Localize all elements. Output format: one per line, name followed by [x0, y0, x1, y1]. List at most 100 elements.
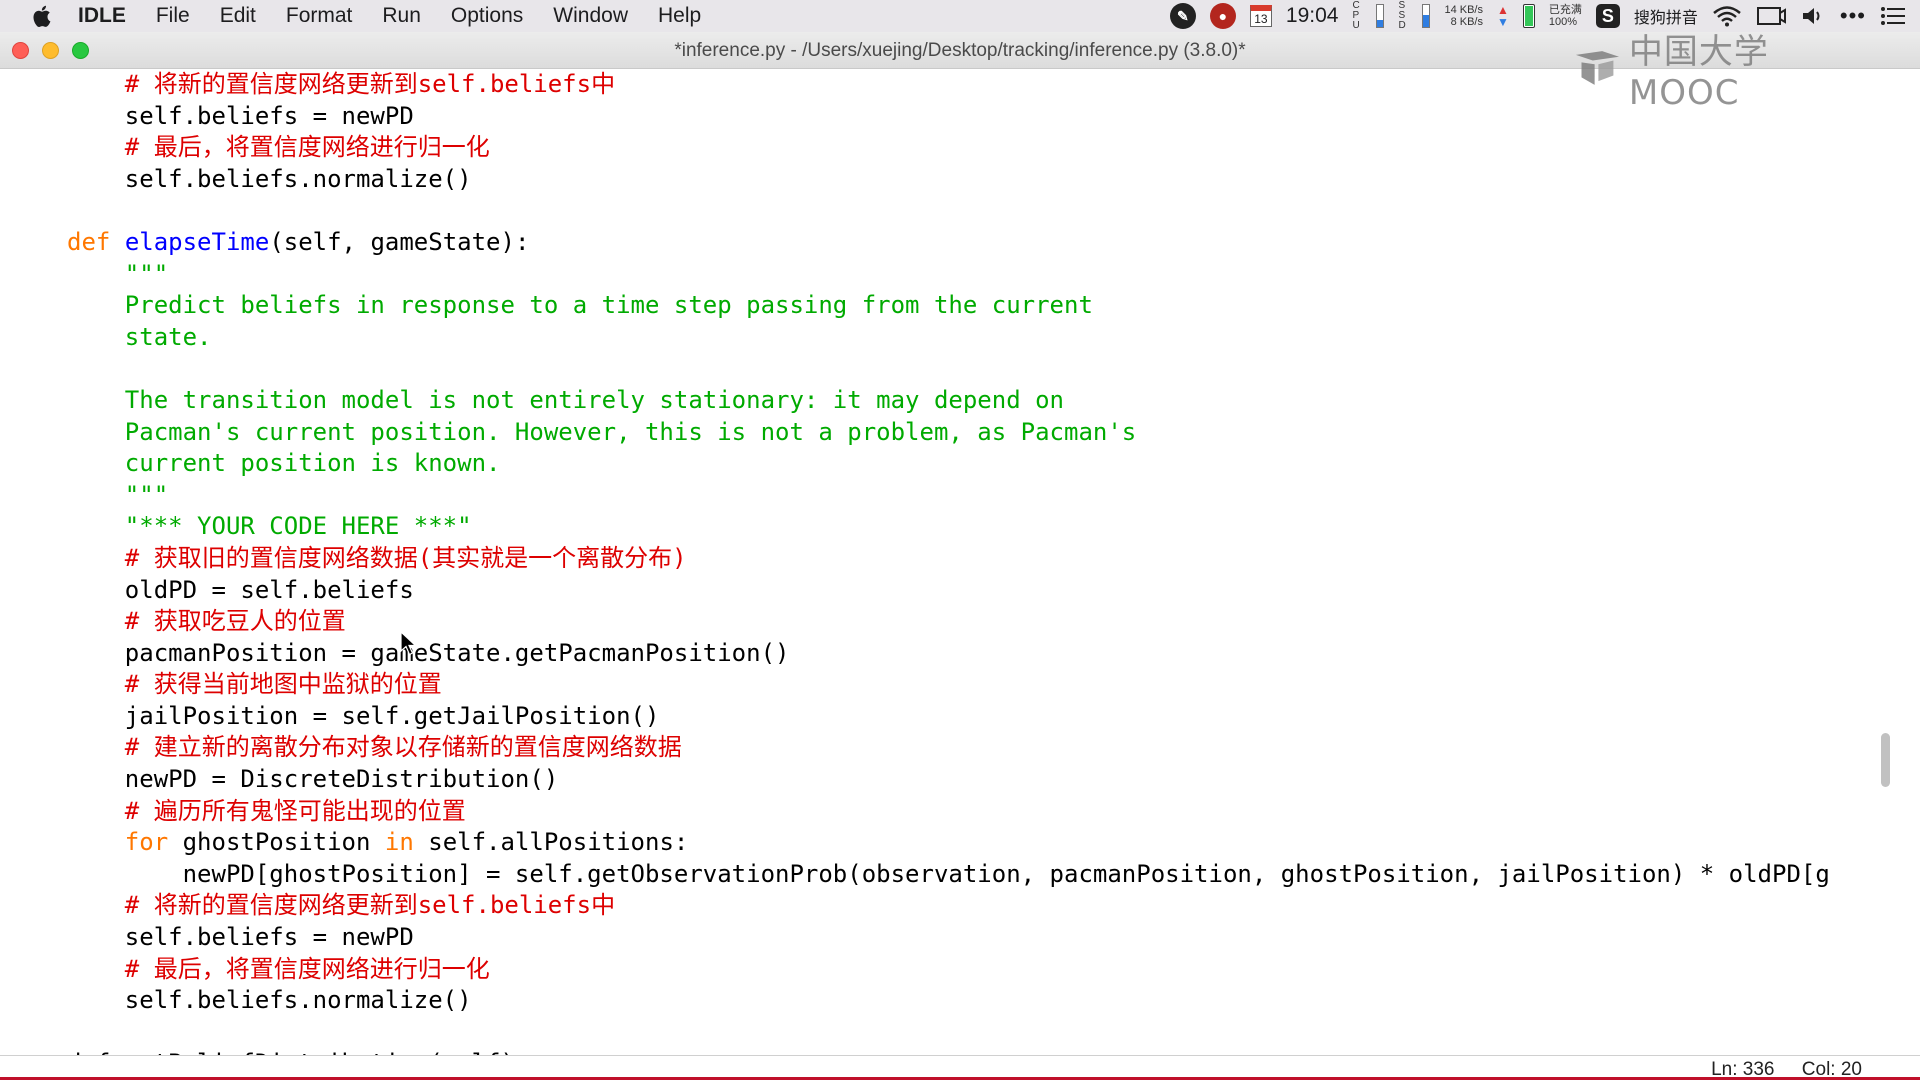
- net-up: 14 KB/s: [1444, 4, 1483, 16]
- clock[interactable]: 19:04: [1286, 4, 1339, 28]
- code-line[interactable]: self.beliefs.normalize(): [67, 985, 1830, 1017]
- code-line[interactable]: [67, 195, 1830, 227]
- code-line[interactable]: Pacman's current position. However, this…: [67, 417, 1830, 449]
- menu-help[interactable]: Help: [658, 4, 701, 28]
- code-line[interactable]: state.: [67, 322, 1830, 354]
- cpu-indicator-icon[interactable]: [1376, 4, 1385, 28]
- code-line[interactable]: "*** YOUR CODE HERE ***": [67, 511, 1830, 543]
- ssd-indicator-icon[interactable]: [1422, 4, 1431, 28]
- menu-run[interactable]: Run: [382, 4, 421, 28]
- code-line[interactable]: oldPD = self.beliefs: [67, 575, 1830, 607]
- battery-icon[interactable]: [1522, 4, 1535, 28]
- code-line[interactable]: # 获取吃豆人的位置: [67, 606, 1830, 638]
- code-line[interactable]: pacmanPosition = gameState.getPacmanPosi…: [67, 638, 1830, 670]
- code-token: in: [384, 828, 414, 857]
- code-token: newPD[ghostPosition] = self.getObservati…: [67, 859, 1830, 888]
- code-token: self.beliefs = newPD: [67, 923, 414, 952]
- menu-format[interactable]: Format: [286, 4, 353, 28]
- code-line[interactable]: def getBeliefDistribution(self):: [67, 1048, 1830, 1055]
- network-speed[interactable]: 14 KB/s 8 KB/s: [1444, 4, 1483, 28]
- cpu-label: C P U: [1352, 0, 1360, 31]
- code-line[interactable]: # 将新的置信度网络更新到self.beliefs中: [67, 890, 1830, 922]
- code-line[interactable]: # 建立新的离散分布对象以存储新的置信度网络数据: [67, 732, 1830, 764]
- mouse-pointer-icon: [400, 631, 418, 656]
- code-line[interactable]: # 获得当前地图中监狱的位置: [67, 669, 1830, 701]
- code-line[interactable]: # 最后，将置信度网络进行归一化: [67, 132, 1830, 164]
- code-line[interactable]: Predict beliefs in response to a time st…: [67, 290, 1830, 322]
- code-line[interactable]: # 最后，将置信度网络进行归一化: [67, 954, 1830, 986]
- code-line[interactable]: self.beliefs = newPD: [67, 922, 1830, 954]
- code-line[interactable]: newPD = DiscreteDistribution(): [67, 764, 1830, 796]
- code-token: self.allPositions:: [413, 828, 689, 857]
- code-line[interactable]: self.beliefs = newPD: [67, 101, 1830, 133]
- code-line[interactable]: [67, 353, 1830, 385]
- code-token: # 遍历所有鬼怪可能出现的位置: [124, 796, 466, 825]
- code-token: "*** YOUR CODE HERE ***": [124, 512, 472, 541]
- menu-window[interactable]: Window: [553, 4, 628, 28]
- code-token: # 获取旧的置信度网络数据(其实就是一个离散分布): [124, 543, 687, 572]
- code-token: """: [124, 259, 169, 288]
- code-token: pacmanPosition = gameState.getPacmanPosi…: [67, 638, 790, 667]
- code-token: current position is known.: [124, 449, 501, 478]
- record-status-icon[interactable]: ●: [1209, 3, 1236, 29]
- battery-status: 已充满 100%: [1549, 4, 1582, 28]
- menu-options[interactable]: Options: [451, 4, 523, 28]
- code-token: ghostPosition: [168, 828, 385, 857]
- battery-percent: 100%: [1548, 16, 1578, 28]
- code-editor[interactable]: # 将新的置信度网络更新到self.beliefs中 self.beliefs …: [0, 69, 1900, 1055]
- calendar-icon[interactable]: 13: [1249, 5, 1272, 27]
- code-line[interactable]: # 获取旧的置信度网络数据(其实就是一个离散分布): [67, 543, 1830, 575]
- code-line[interactable]: The transition model is not entirely sta…: [67, 385, 1830, 417]
- code-line[interactable]: current position is known.: [67, 448, 1830, 480]
- code-token: # 将新的置信度网络更新到self.beliefs中: [124, 891, 616, 920]
- code-line[interactable]: """: [67, 480, 1830, 512]
- app-status-icon[interactable]: ✎: [1169, 3, 1196, 29]
- sogou-icon[interactable]: S: [1595, 4, 1620, 28]
- code-token: oldPD = self.beliefs: [67, 575, 414, 604]
- vertical-scrollbar[interactable]: [1881, 733, 1890, 787]
- list-icon[interactable]: [1880, 5, 1906, 27]
- code-token: for: [124, 828, 169, 857]
- menu-edit[interactable]: Edit: [220, 4, 256, 28]
- code-line[interactable]: # 将新的置信度网络更新到self.beliefs中: [67, 69, 1830, 101]
- code-token: def: [67, 227, 111, 256]
- code-token: newPD = DiscreteDistribution(): [67, 765, 559, 794]
- code-line[interactable]: [67, 1017, 1830, 1049]
- menu-file[interactable]: File: [156, 4, 190, 28]
- code-line[interactable]: """: [67, 259, 1830, 291]
- code-token: jailPosition = self.getJailPosition(): [67, 701, 660, 730]
- code-token: # 获得当前地图中监狱的位置: [124, 670, 442, 699]
- code-token: (self, gameState):: [269, 227, 530, 256]
- code-line[interactable]: for ghostPosition in self.allPositions:: [67, 827, 1830, 859]
- code-line[interactable]: newPD[ghostPosition] = self.getObservati…: [67, 859, 1830, 891]
- code-token: self.beliefs = newPD: [67, 101, 414, 130]
- code-token: # 建立新的离散分布对象以存储新的置信度网络数据: [124, 733, 682, 762]
- code-token: self.beliefs.normalize(): [67, 986, 472, 1015]
- code-line[interactable]: # 遍历所有鬼怪可能出现的位置: [67, 796, 1830, 828]
- code-token: """: [124, 480, 169, 509]
- code-token: # 最后，将置信度网络进行归一化: [124, 133, 490, 162]
- menu-idle[interactable]: IDLE: [78, 4, 126, 28]
- code-line[interactable]: def elapseTime(self, gameState):: [67, 227, 1830, 259]
- code-token: # 将新的置信度网络更新到self.beliefs中: [124, 70, 616, 98]
- code-token: self.beliefs.normalize(): [67, 164, 472, 193]
- code-token: state.: [124, 322, 212, 351]
- code-line[interactable]: jailPosition = self.getJailPosition(): [67, 701, 1830, 733]
- ssd-label: S S D: [1398, 0, 1406, 31]
- code-line[interactable]: self.beliefs.normalize(): [67, 164, 1830, 196]
- apple-icon[interactable]: [30, 4, 52, 28]
- battery-state: 已充满: [1548, 4, 1582, 16]
- net-down: 8 KB/s: [1450, 16, 1483, 28]
- code-text[interactable]: # 将新的置信度网络更新到self.beliefs中 self.beliefs …: [67, 69, 1830, 1055]
